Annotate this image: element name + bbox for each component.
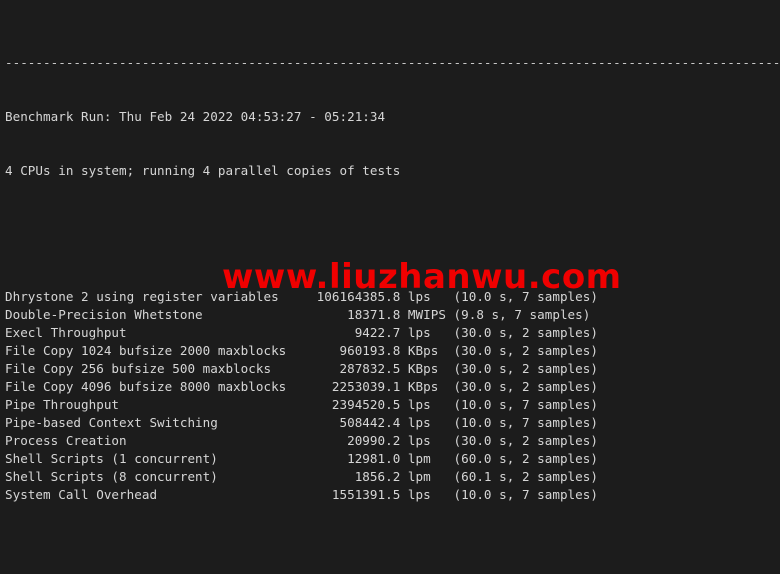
raw-result-row: Shell Scripts (8 concurrent) 1856.2 lpm … (5, 469, 598, 484)
raw-result-row: Double-Precision Whetstone 18371.8 MWIPS… (5, 307, 591, 322)
raw-result-row: File Copy 1024 bufsize 2000 maxblocks 96… (5, 343, 598, 358)
raw-result-row: Execl Throughput 9422.7 lps (30.0 s, 2 s… (5, 325, 598, 340)
raw-result-row: File Copy 4096 bufsize 8000 maxblocks 22… (5, 379, 598, 394)
raw-result-row: Shell Scripts (1 concurrent) 12981.0 lpm… (5, 451, 598, 466)
raw-result-row: File Copy 256 bufsize 500 maxblocks 2878… (5, 361, 598, 376)
benchmark-run-line: Benchmark Run: Thu Feb 24 2022 04:53:27 … (5, 109, 386, 124)
raw-result-row: Pipe Throughput 2394520.5 lps (10.0 s, 7… (5, 397, 598, 412)
cpu-info-line: 4 CPUs in system; running 4 parallel cop… (5, 163, 401, 178)
raw-result-row: Dhrystone 2 using register variables 106… (5, 289, 598, 304)
top-rule: ----------------------------------------… (5, 55, 780, 70)
terminal-window: ----------------------------------------… (0, 0, 780, 574)
raw-result-row: Pipe-based Context Switching 508442.4 lp… (5, 415, 598, 430)
raw-result-row: System Call Overhead 1551391.5 lps (10.0… (5, 487, 598, 502)
raw-results-block: Dhrystone 2 using register variables 106… (5, 288, 780, 504)
raw-result-row: Process Creation 20990.2 lps (30.0 s, 2 … (5, 433, 598, 448)
terminal-output: ----------------------------------------… (5, 0, 780, 574)
